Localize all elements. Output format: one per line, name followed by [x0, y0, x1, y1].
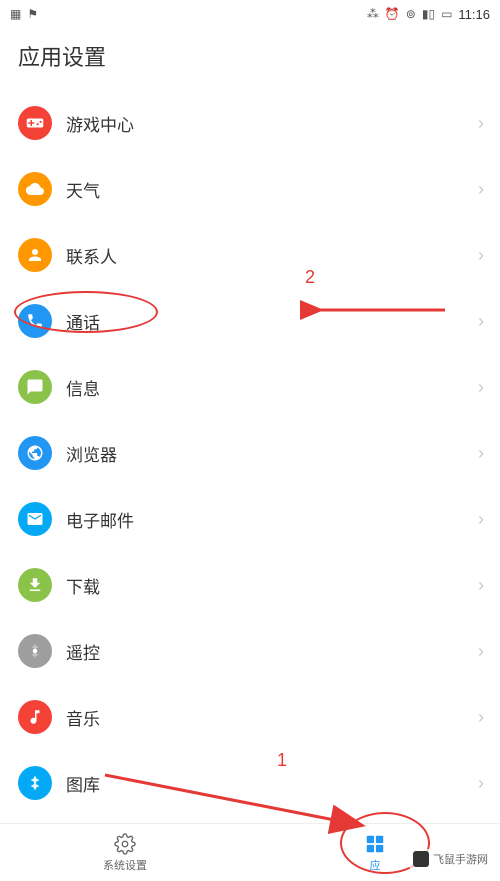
- watermark: 飞鼠手游网: [409, 849, 492, 869]
- list-item-browser[interactable]: 浏览器 ›: [0, 420, 500, 486]
- apps-icon: [364, 833, 386, 855]
- item-label: 游戏中心: [66, 111, 478, 136]
- nav-label: 系统设置: [103, 857, 147, 873]
- item-label: 电子邮件: [66, 507, 478, 532]
- chevron-right-icon: ›: [478, 707, 484, 728]
- chevron-right-icon: ›: [478, 575, 484, 596]
- nav-label: 应: [370, 857, 381, 873]
- chevron-right-icon: ›: [478, 311, 484, 332]
- download-icon: [18, 568, 52, 602]
- annotation-label: 2: [305, 267, 315, 288]
- status-bar: ▦ ⚑ ⁂ ⏰ ⊚ ▮▯ ▭ 11:16: [0, 0, 500, 28]
- item-label: 图库: [66, 771, 478, 796]
- chevron-right-icon: ›: [478, 773, 484, 794]
- signal-icon: ▮▯: [422, 7, 435, 21]
- bluetooth-icon: ⁂: [367, 7, 379, 21]
- wifi-icon: ⊚: [406, 7, 416, 21]
- music-icon: [18, 700, 52, 734]
- list-item-download[interactable]: 下载 ›: [0, 552, 500, 618]
- annotation-label: 1: [277, 750, 287, 771]
- chevron-right-icon: ›: [478, 509, 484, 530]
- message-icon: [18, 370, 52, 404]
- list-item-game-center[interactable]: 游戏中心 ›: [0, 90, 500, 156]
- gallery-icon: [18, 766, 52, 800]
- item-label: 通话: [66, 309, 478, 334]
- list-item-weather[interactable]: 天气 ›: [0, 156, 500, 222]
- remote-icon: [18, 634, 52, 668]
- page-title: 应用设置: [18, 40, 482, 72]
- contacts-icon: [18, 238, 52, 272]
- status-time: 11:16: [458, 7, 490, 22]
- item-label: 联系人: [66, 243, 478, 268]
- battery-icon: ▭: [441, 7, 452, 21]
- watermark-icon: [413, 851, 429, 867]
- nav-system-settings[interactable]: 系统设置: [0, 824, 250, 881]
- list-item-remote[interactable]: 遥控 ›: [0, 618, 500, 684]
- item-label: 浏览器: [66, 441, 478, 466]
- weather-icon: [18, 172, 52, 206]
- page-header: 应用设置: [0, 28, 500, 90]
- item-label: 下载: [66, 573, 478, 598]
- email-icon: [18, 502, 52, 536]
- chevron-right-icon: ›: [478, 179, 484, 200]
- list-item-email[interactable]: 电子邮件 ›: [0, 486, 500, 552]
- browser-icon: [18, 436, 52, 470]
- chevron-right-icon: ›: [478, 377, 484, 398]
- chevron-right-icon: ›: [478, 113, 484, 134]
- watermark-text: 飞鼠手游网: [433, 851, 488, 867]
- item-label: 遥控: [66, 639, 478, 664]
- settings-list: 游戏中心 › 天气 › 联系人 › 通话 › 信息 › 浏览器 ›: [0, 90, 500, 816]
- item-label: 信息: [66, 375, 478, 400]
- list-item-contacts[interactable]: 联系人 ›: [0, 222, 500, 288]
- alarm-icon: ⏰: [385, 7, 400, 21]
- item-label: 天气: [66, 177, 478, 202]
- phone-icon: [18, 304, 52, 338]
- gear-icon: [114, 833, 136, 855]
- status-grid-icon: ▦: [10, 7, 21, 21]
- item-label: 音乐: [66, 705, 478, 730]
- chevron-right-icon: ›: [478, 641, 484, 662]
- gamepad-icon: [18, 106, 52, 140]
- chevron-right-icon: ›: [478, 245, 484, 266]
- status-flag-icon: ⚑: [27, 7, 38, 21]
- list-item-music[interactable]: 音乐 ›: [0, 684, 500, 750]
- chevron-right-icon: ›: [478, 443, 484, 464]
- list-item-messages[interactable]: 信息 ›: [0, 354, 500, 420]
- list-item-gallery[interactable]: 图库 ›: [0, 750, 500, 816]
- list-item-call[interactable]: 通话 ›: [0, 288, 500, 354]
